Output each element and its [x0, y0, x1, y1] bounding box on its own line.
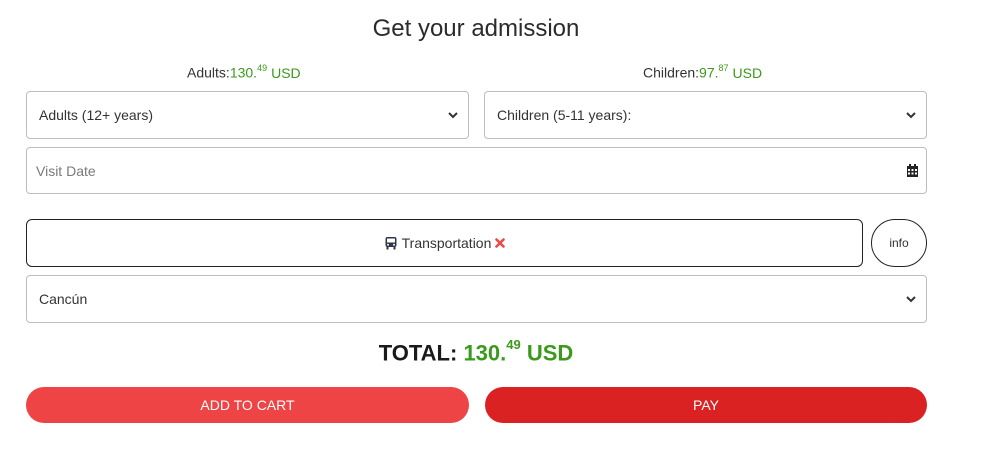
adults-label: Adults:: [187, 64, 230, 81]
children-currency: USD: [732, 64, 763, 81]
location-select-value: Cancún: [39, 291, 88, 307]
add-to-cart-button[interactable]: ADD TO CART: [26, 387, 469, 423]
adults-select-value: Adults (12+ years): [39, 107, 153, 123]
total-whole: 130.: [463, 340, 507, 366]
children-price-cents: 87: [718, 63, 729, 73]
close-icon: [495, 238, 506, 248]
adults-price-whole: 130.: [229, 64, 258, 81]
adults-price-cents: 49: [257, 63, 268, 73]
pay-button[interactable]: PAY: [485, 387, 927, 423]
children-price-whole: 97.: [699, 64, 719, 81]
chevron-down-icon: [906, 112, 916, 119]
total-currency: USD: [526, 340, 574, 366]
visit-date-placeholder: Visit Date: [36, 162, 96, 179]
info-button[interactable]: info: [871, 219, 927, 267]
location-select[interactable]: Cancún: [26, 275, 927, 323]
calendar-icon[interactable]: [906, 163, 919, 178]
total-cents: 49: [506, 337, 521, 352]
transportation-toggle[interactable]: Transportation: [26, 219, 863, 267]
adults-price-label: Adults:130.49 USD: [187, 63, 301, 81]
children-select-value: Children (5-11 years):: [497, 107, 632, 123]
transportation-label: Transportation: [401, 235, 492, 251]
chevron-down-icon: [448, 112, 458, 119]
chevron-down-icon: [906, 296, 916, 303]
page-title: Get your admission: [372, 15, 580, 42]
children-price-label: Children:97.87 USD: [643, 63, 763, 81]
adults-currency: USD: [271, 64, 301, 81]
bus-icon: [385, 237, 397, 250]
visit-date-input[interactable]: Visit Date: [26, 147, 927, 194]
total-label: TOTAL:: [378, 340, 458, 366]
total-price: TOTAL: 130.49 USD: [0, 337, 952, 366]
children-label: Children:: [643, 64, 700, 81]
children-select[interactable]: Children (5-11 years):: [484, 91, 927, 139]
adults-select[interactable]: Adults (12+ years): [26, 91, 469, 139]
